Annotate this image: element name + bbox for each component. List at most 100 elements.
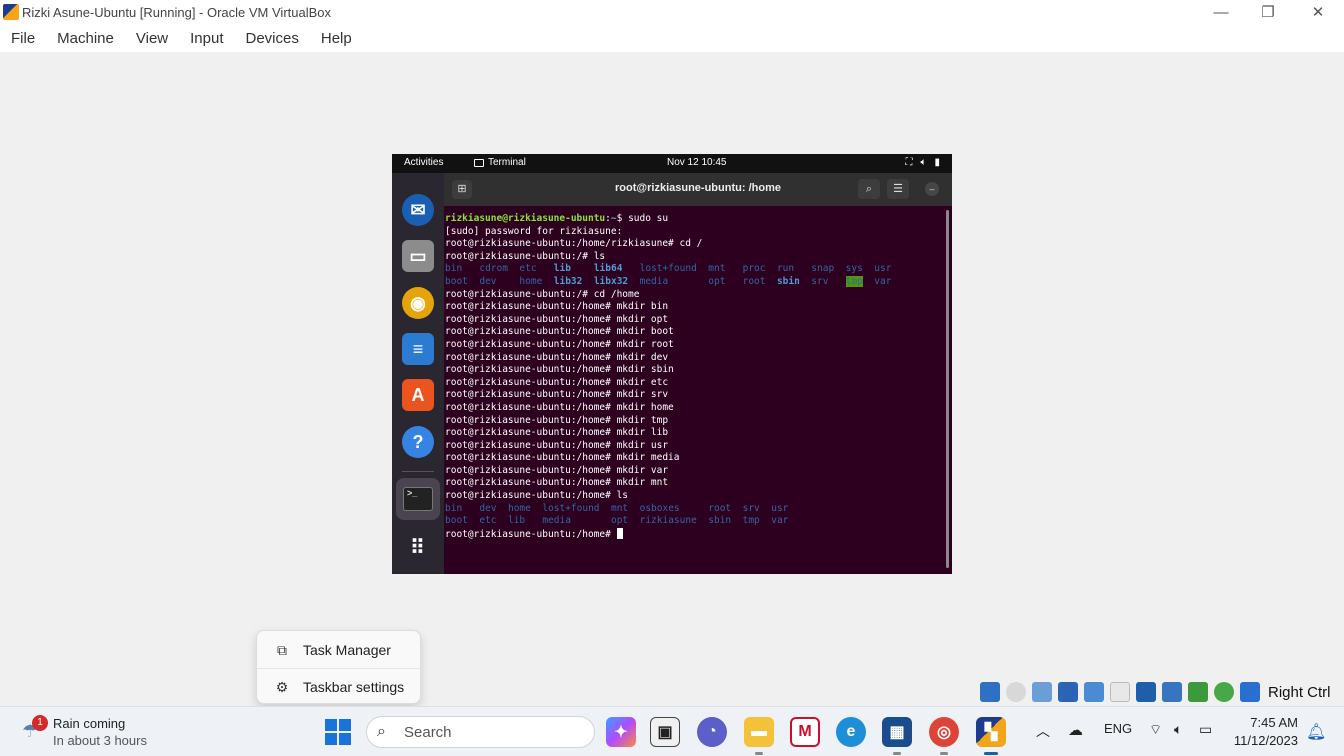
- shared-folders-icon[interactable]: [1110, 682, 1130, 702]
- terminal-text: tmp: [742, 515, 760, 527]
- restore-button[interactable]: ❐: [1245, 0, 1291, 24]
- terminal-output[interactable]: rizkiasune@rizkiasune-ubuntu:~$ sudo su[…: [444, 206, 944, 574]
- chrome-icon[interactable]: ◎: [929, 717, 959, 755]
- display-icon[interactable]: [1136, 682, 1156, 702]
- terminal-dock-icon[interactable]: >_: [396, 478, 440, 520]
- virtualbox-taskbar-icon[interactable]: ▦: [882, 717, 912, 755]
- minimize-button[interactable]: —: [1198, 0, 1244, 24]
- files-icon[interactable]: ▭: [402, 240, 434, 272]
- hard-disk-icon[interactable]: [980, 682, 1000, 702]
- show-apps-icon[interactable]: ⠿: [402, 531, 434, 563]
- topbar-clock[interactable]: Nov 12 10:45: [667, 157, 727, 168]
- close-button[interactable]: ✕: [1295, 0, 1341, 24]
- taskbar-search[interactable]: ⌕ Search: [366, 716, 595, 748]
- libreoffice-writer-icon[interactable]: ≡: [402, 333, 434, 365]
- terminal-text: etc: [479, 515, 497, 527]
- cpu-icon[interactable]: [1188, 682, 1208, 702]
- terminal-text: mnt: [610, 502, 629, 514]
- mcafee-icon[interactable]: M: [790, 717, 820, 747]
- terminal-line: root@rizkiasune-ubuntu:/home# mkdir root: [445, 339, 944, 352]
- terminal-line: root@rizkiasune-ubuntu:/home# mkdir home: [445, 402, 944, 415]
- activities-button[interactable]: Activities: [404, 157, 443, 168]
- terminal-text: root: [708, 502, 732, 514]
- terminal-text: root@rizkiasune-ubuntu:/home# mkdir usr: [445, 439, 669, 451]
- terminal-text: sbin: [708, 515, 732, 527]
- terminal-text: media: [639, 275, 669, 287]
- language-indicator[interactable]: ENG: [1104, 721, 1132, 736]
- terminal-line: boot dev home lib32 libx32 media opt roo…: [445, 275, 944, 289]
- menu-item-taskbar-settings[interactable]: ⚙ Taskbar settings: [257, 669, 420, 705]
- ubuntu-screen[interactable]: Activities Terminal Nov 12 10:45 ⛶ 🔈︎ ▮ …: [392, 154, 952, 574]
- start-button[interactable]: [325, 719, 351, 745]
- menu-machine[interactable]: Machine: [57, 30, 114, 47]
- virtualbox-icon: [3, 4, 19, 20]
- terminal-headerbar: ⊞ root@rizkiasune-ubuntu: /home ⌕ ☰ – ▫ …: [444, 173, 952, 206]
- menu-item-label: Taskbar settings: [303, 679, 405, 695]
- app-menu-terminal[interactable]: Terminal: [474, 157, 526, 168]
- thunderbird-icon[interactable]: ✉: [402, 194, 434, 226]
- terminal-text: root@rizkiasune-ubuntu:/home# mkdir home: [445, 401, 674, 413]
- menu-view[interactable]: View: [136, 30, 168, 47]
- copilot-icon[interactable]: ✦: [606, 717, 636, 747]
- file-explorer-icon[interactable]: ▬: [744, 717, 774, 755]
- terminal-minimize-button[interactable]: –: [925, 182, 939, 196]
- terminal-line: root@rizkiasune-ubuntu:/home# mkdir tmp: [445, 415, 944, 428]
- taskbar-time[interactable]: 7:45 AM: [1240, 715, 1298, 730]
- recording-icon[interactable]: [1162, 682, 1182, 702]
- terminal-line: root@rizkiasune-ubuntu:/home# mkdir var: [445, 465, 944, 478]
- network-adapter-icon[interactable]: [1058, 682, 1078, 702]
- terminal-text: srv: [742, 502, 760, 514]
- system-tray[interactable]: ⛶ 🔈︎ ▮: [905, 157, 940, 168]
- wifi-icon[interactable]: ⌔: [1149, 721, 1162, 739]
- terminal-text: sbin: [776, 275, 800, 287]
- rhythmbox-icon[interactable]: ◉: [402, 287, 434, 319]
- terminal-text: opt: [610, 515, 629, 527]
- help-icon[interactable]: ?: [402, 426, 434, 458]
- audio-icon[interactable]: [1032, 682, 1052, 702]
- app-center-icon[interactable]: A: [402, 379, 434, 411]
- terminal-text: etc: [519, 263, 537, 275]
- menu-devices[interactable]: Devices: [246, 30, 299, 47]
- onedrive-icon[interactable]: ☁: [1068, 721, 1083, 739]
- menubar: File Machine View Input Devices Help: [0, 24, 1344, 52]
- terminal-menu-button[interactable]: ☰: [887, 179, 909, 199]
- battery-icon[interactable]: ▭: [1199, 721, 1212, 738]
- show-hidden-icons-chevron-icon[interactable]: ︿: [1036, 721, 1050, 741]
- terminal-scrollbar[interactable]: [946, 210, 949, 568]
- notification-bell-icon[interactable]: 🔔︎: [1306, 722, 1326, 741]
- running-indicator: [755, 752, 763, 755]
- menu-item-task-manager[interactable]: ⧉ Task Manager: [257, 632, 420, 668]
- terminal-text: snap: [811, 263, 835, 275]
- virtualbox-vm-icon[interactable]: ▚: [976, 717, 1006, 755]
- terminal-search-button[interactable]: ⌕: [858, 179, 880, 199]
- terminal-text: dev: [479, 275, 497, 287]
- terminal-text: root@rizkiasune-ubuntu:/home# mkdir tmp: [445, 414, 669, 426]
- weather-widget[interactable]: ☂ 1 Rain coming In about 3 hours: [22, 715, 182, 749]
- mouse-integration-icon[interactable]: [1240, 682, 1260, 702]
- host-key-label[interactable]: Right Ctrl: [1268, 684, 1331, 701]
- terminal-text: home: [519, 275, 543, 287]
- menu-help[interactable]: Help: [321, 30, 352, 47]
- volume-icon[interactable]: 🔈︎: [1174, 721, 1182, 738]
- edge-icon[interactable]: e: [836, 717, 866, 747]
- teams-chat-icon[interactable]: ◔: [697, 717, 727, 747]
- usb-icon[interactable]: [1084, 682, 1104, 702]
- taskbar-date[interactable]: 11/12/2023: [1230, 733, 1298, 748]
- terminal-text: dev: [479, 502, 497, 514]
- optical-drive-icon[interactable]: [1006, 682, 1026, 702]
- menu-item-label: Task Manager: [303, 642, 391, 658]
- terminal-text: boot: [445, 275, 468, 287]
- menu-file[interactable]: File: [11, 30, 35, 47]
- menu-input[interactable]: Input: [190, 30, 223, 47]
- weather-title: Rain coming: [53, 716, 126, 731]
- task-view-icon[interactable]: ▣: [650, 717, 680, 747]
- guest-additions-icon[interactable]: [1214, 682, 1234, 702]
- terminal-text: osboxes: [639, 502, 680, 514]
